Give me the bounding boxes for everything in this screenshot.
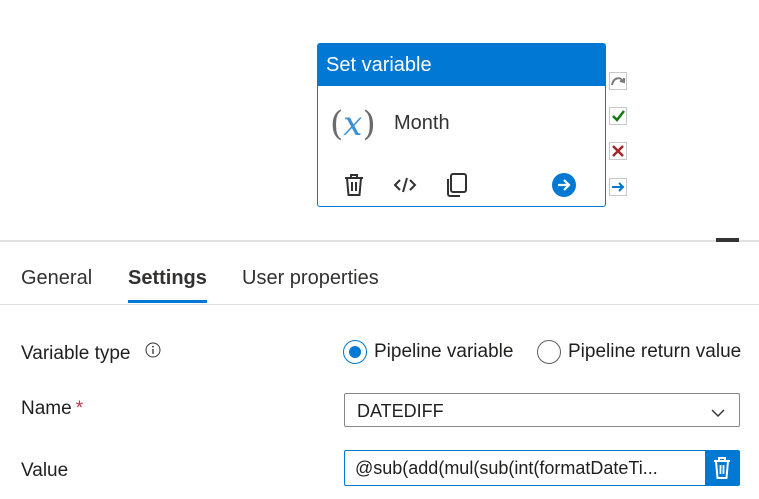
radio-pipeline-return-value-button[interactable] xyxy=(537,340,561,364)
copy-icon[interactable] xyxy=(444,172,470,198)
value-label: Value xyxy=(21,460,69,481)
code-icon[interactable] xyxy=(392,172,418,198)
variable-type-label: Variable type xyxy=(21,343,131,364)
tab-user-properties[interactable]: User properties xyxy=(242,267,379,290)
skip-arrow-icon[interactable] xyxy=(609,72,627,90)
radio-pipeline-variable-label: Pipeline variable xyxy=(374,341,514,362)
activity-name: Month xyxy=(394,112,450,134)
radio-pipeline-return-value-label: Pipeline return value xyxy=(568,341,742,362)
trash-icon xyxy=(714,457,730,479)
go-arrow-icon[interactable] xyxy=(551,172,577,198)
active-tab-indicator xyxy=(128,300,207,303)
set-variable-activity[interactable]: Set variable (x) Month xyxy=(317,43,606,207)
pipeline-canvas[interactable]: Set variable (x) Month xyxy=(0,0,759,240)
radio-pipeline-variable-button[interactable] xyxy=(343,340,367,364)
delete-icon[interactable] xyxy=(341,172,367,198)
info-icon[interactable] xyxy=(145,342,161,358)
value-expression-text[interactable]: @sub(add(mul(sub(int(formatDateTi... xyxy=(355,458,705,479)
tab-settings[interactable]: Settings xyxy=(128,267,207,290)
chevron-down-icon xyxy=(711,405,725,417)
name-label: Name * xyxy=(21,398,84,419)
tab-general[interactable]: General xyxy=(21,267,92,290)
required-marker: * xyxy=(75,398,84,419)
name-dropdown[interactable]: DATEDIFF xyxy=(344,393,740,427)
radio-pipeline-variable[interactable]: Pipeline variable xyxy=(343,340,523,366)
variable-x-icon: (x) xyxy=(330,104,376,144)
clear-value-button[interactable] xyxy=(705,451,739,485)
failure-x-icon[interactable] xyxy=(609,142,627,160)
success-check-icon[interactable] xyxy=(609,107,627,125)
activity-type-label: Set variable xyxy=(318,44,605,86)
name-dropdown-value: DATEDIFF xyxy=(357,401,444,421)
properties-tabs: General Settings User properties xyxy=(0,242,759,305)
radio-pipeline-return-value[interactable]: Pipeline return value xyxy=(537,340,747,366)
completion-arrow-icon[interactable] xyxy=(609,178,627,196)
value-expression-field[interactable]: @sub(add(mul(sub(int(formatDateTi... xyxy=(344,450,740,486)
